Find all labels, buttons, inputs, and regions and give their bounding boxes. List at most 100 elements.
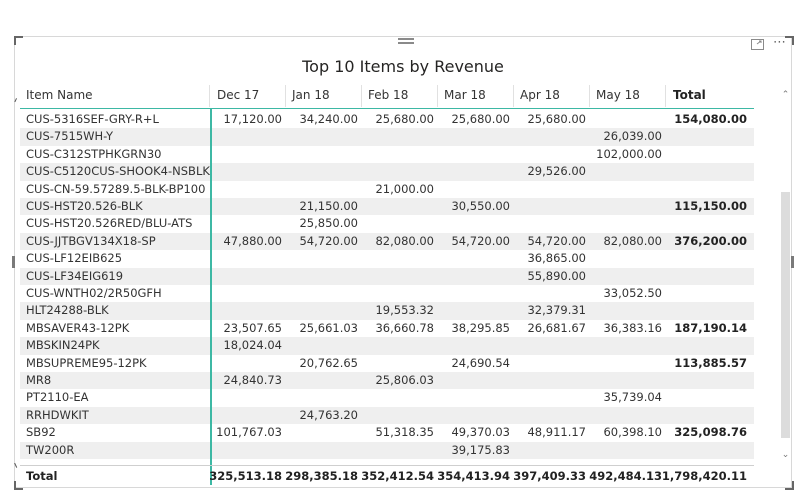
value-cell: 26,039.00 — [603, 129, 662, 144]
item-name-cell: CUS-C5120CUS-SHOOK4-NSBLK — [26, 164, 210, 179]
table-row[interactable]: SB92 101,767.03 51,318.35 49,370.03 48,911.1… — [20, 424, 754, 441]
table-row[interactable]: RRHDWKIT 24,763.20 — [20, 406, 754, 425]
value-cell: 25,850.00 — [299, 216, 358, 231]
column-header-item-name[interactable]: Item Name — [26, 87, 93, 104]
value-cell: 21,000.00 — [375, 181, 434, 196]
focus-mode-icon[interactable] — [751, 39, 764, 50]
item-name-cell: CUS-5316SEF-GRY-R+L — [26, 112, 159, 126]
vertical-scrollbar[interactable]: ⌃ ⌄ — [778, 86, 792, 466]
column-total-cell: 492,484.13 — [589, 469, 662, 483]
value-cell: 54,720.00 — [299, 233, 358, 248]
column-accent-line — [210, 109, 212, 485]
value-cell: 35,739.04 — [603, 390, 662, 405]
table-total-row: Total 325,513.18 298,385.18 352,412.54 354,4… — [20, 467, 754, 486]
row-total-cell: 376,200.00 — [674, 233, 747, 248]
column-divider[interactable] — [209, 85, 210, 107]
column-header-dec-17[interactable]: Dec 17 — [217, 87, 259, 104]
value-cell: 19,553.32 — [375, 303, 434, 318]
value-cell: 48,911.17 — [527, 425, 586, 440]
drag-handle-icon[interactable] — [398, 38, 414, 47]
value-cell: 25,680.00 — [375, 112, 434, 126]
column-divider[interactable] — [285, 85, 286, 107]
table-row[interactable]: CUS-C312STPHKGRN30 102,000.00 — [20, 146, 754, 163]
item-name-cell: CUS-JJTBGV134X18-SP — [26, 233, 156, 248]
item-name-cell: CUS-HST20.526-BLK — [26, 199, 143, 213]
row-total-cell: 115,150.00 — [674, 199, 747, 213]
table-row[interactable]: CUS-5316SEF-GRY-R+L 17,120.00 34,240.00 25,… — [20, 111, 754, 128]
visual-corner-top-left — [14, 36, 23, 45]
value-cell: 25,680.00 — [527, 112, 586, 126]
table-row[interactable]: MBSUPREME95-12PK 20,762.65 24,690.54 113,88… — [20, 355, 754, 372]
value-cell: 49,370.03 — [451, 425, 510, 440]
value-cell: 25,806.03 — [375, 373, 434, 387]
table-row[interactable]: MBSAVER43-12PK 23,507.65 25,661.03 36,660.7… — [20, 320, 754, 337]
table-row[interactable]: HLT24288-BLK 19,553.32 32,379.31 — [20, 302, 754, 320]
column-divider[interactable] — [437, 85, 438, 107]
item-name-cell: CUS-7515WH-Y — [26, 129, 113, 144]
row-total-cell: 325,098.76 — [674, 425, 747, 440]
scroll-thumb[interactable] — [781, 192, 790, 438]
item-name-cell: PT2110-EA — [26, 390, 89, 405]
value-cell: 25,680.00 — [451, 112, 510, 126]
table-row[interactable]: CUS-JJTBGV134X18-SP 47,880.00 54,720.00 82,… — [20, 232, 754, 251]
table-row[interactable]: CUS-HST20.526-BLK 21,150.00 30,550.00 115,1… — [20, 198, 754, 216]
value-cell: 34,240.00 — [299, 112, 358, 126]
table-row[interactable]: CUS-7515WH-Y 26,039.00 — [20, 128, 754, 146]
table-row[interactable]: CUS-HST20.526RED/BLU-ATS 25,850.00 — [20, 215, 754, 232]
row-total-cell: 113,885.57 — [674, 355, 747, 370]
value-cell: 60,398.10 — [603, 425, 662, 440]
scroll-down-icon[interactable]: ⌄ — [780, 450, 791, 460]
item-name-cell: CUS-C312STPHKGRN30 — [26, 146, 162, 161]
column-header-jan-18[interactable]: Jan 18 — [292, 87, 330, 104]
column-divider[interactable] — [589, 85, 590, 107]
table-row[interactable]: CUS-WNTH02/2R50GFH 33,052.50 — [20, 285, 754, 302]
row-total-cell: 187,190.14 — [674, 320, 747, 335]
value-cell: 36,660.78 — [375, 320, 434, 335]
item-name-cell: MR8 — [26, 373, 52, 387]
value-cell: 102,000.00 — [596, 146, 662, 161]
item-name-cell: CUS-HST20.526RED/BLU-ATS — [26, 216, 193, 231]
table-row[interactable]: CUS-CN-59.57289.5-BLK-BP100 21,000.00 — [20, 181, 754, 198]
column-total-cell: 298,385.18 — [285, 469, 358, 483]
value-cell: 54,720.00 — [451, 233, 510, 248]
column-header-apr-18[interactable]: Apr 18 — [520, 87, 560, 104]
table-row[interactable]: CUS-C5120CUS-SHOOK4-NSBLK 29,526.00 — [20, 163, 754, 181]
table-row[interactable]: TW200R 39,175.83 — [20, 441, 754, 459]
column-header-feb-18[interactable]: Feb 18 — [368, 87, 408, 104]
value-cell: 36,865.00 — [527, 251, 586, 266]
value-cell: 101,767.03 — [216, 425, 282, 440]
value-cell: 33,052.50 — [603, 286, 662, 300]
more-options-icon[interactable]: ⋯ — [773, 36, 787, 50]
value-cell: 54,720.00 — [527, 233, 586, 248]
column-total-cell: 354,413.94 — [437, 469, 510, 483]
row-total-cell: 154,080.00 — [674, 112, 747, 126]
item-name-cell: MBSAVER43-12PK — [26, 320, 130, 335]
value-cell: 20,762.65 — [299, 355, 358, 370]
column-header-may-18[interactable]: May 18 — [596, 87, 640, 104]
value-cell: 24,763.20 — [299, 407, 358, 422]
column-divider[interactable] — [665, 85, 666, 107]
item-name-cell: CUS-LF12EIB625 — [26, 251, 123, 266]
column-total-cell: 325,513.18 — [209, 469, 282, 483]
item-name-cell: SB92 — [26, 425, 56, 440]
table-row[interactable]: CUS-LF12EIB625 36,865.00 — [20, 250, 754, 267]
value-cell: 82,080.00 — [375, 233, 434, 248]
total-label: Total — [26, 469, 58, 483]
table-row[interactable]: PT2110-EA 35,739.04 — [20, 389, 754, 406]
column-header-total[interactable]: Total — [673, 87, 706, 104]
column-divider[interactable] — [513, 85, 514, 107]
value-cell: 30,550.00 — [451, 199, 510, 213]
value-cell: 36,383.16 — [603, 320, 662, 335]
scroll-up-icon[interactable]: ⌃ — [780, 90, 791, 100]
column-header-mar-18[interactable]: Mar 18 — [444, 87, 486, 104]
table-row[interactable]: MBSKIN24PK 18,024.04 — [20, 337, 754, 355]
resize-handle-left[interactable] — [12, 256, 15, 268]
header-underline — [20, 108, 754, 109]
table-row[interactable]: CUS-LF34EIG619 55,890.00 — [20, 267, 754, 285]
item-name-cell: RRHDWKIT — [26, 407, 89, 422]
value-cell: 38,295.85 — [451, 320, 510, 335]
column-divider[interactable] — [361, 85, 362, 107]
item-name-cell: HLT24288-BLK — [26, 303, 109, 318]
table-row[interactable]: MR8 24,840.73 25,806.03 — [20, 372, 754, 390]
table-header: Item Name Dec 17 Jan 18 Feb 18 Mar 18 Apr 18 M… — [20, 85, 774, 107]
